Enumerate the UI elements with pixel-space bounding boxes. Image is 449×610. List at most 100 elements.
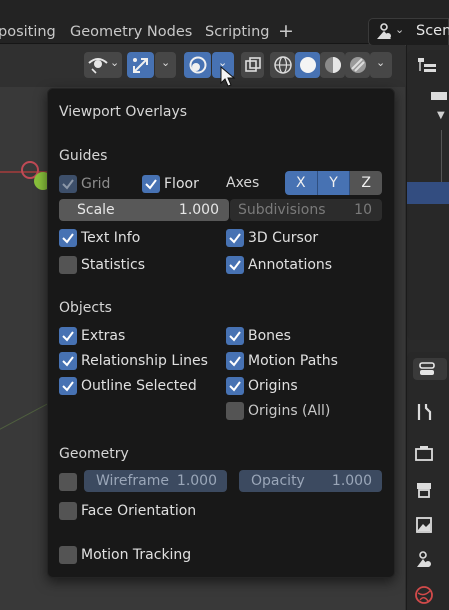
xray-icon [245,57,261,72]
extras-checkbox[interactable] [59,327,77,345]
axis-y-button[interactable]: Y [317,171,351,195]
statistics-label: Statistics [81,257,145,273]
checkmark-icon [229,331,241,342]
chevron-down-icon: ⌄ [376,56,386,69]
origins-all-toggle[interactable]: Origins (All) [226,401,330,421]
bones-checkbox[interactable] [226,327,244,345]
motion-tracking-checkbox[interactable] [59,546,77,564]
navigation-gizmo-icon[interactable] [18,158,50,194]
solid-shading-button[interactable] [295,52,320,78]
wireframe-toggle[interactable] [59,472,77,492]
motion-paths-toggle[interactable]: Motion Paths [226,351,338,371]
axis-z-button[interactable]: Z [350,171,382,195]
annotations-checkbox[interactable] [226,256,244,274]
grid-toggle[interactable]: Grid [59,174,110,194]
scene-properties-icon[interactable] [414,550,434,570]
scene-icon [375,22,393,46]
opacity-label: Opacity [251,473,305,489]
statistics-checkbox[interactable] [59,256,77,274]
rendered-shading-button[interactable] [345,52,370,78]
gizmo-toggle-button[interactable] [127,52,154,78]
origins-all-checkbox[interactable] [226,402,244,420]
properties-editor-type-button[interactable] [413,358,447,380]
outline-selected-toggle[interactable]: Outline Selected [59,376,197,396]
workspace-tab-bar: positing Geometry Nodes Scripting + ⌄ Sc… [0,0,449,46]
face-orientation-checkbox[interactable] [59,502,77,520]
render-properties-icon[interactable] [414,443,434,463]
origins-checkbox[interactable] [226,377,244,395]
xray-toggle-button[interactable] [241,52,264,78]
extras-label: Extras [81,328,126,344]
scene-selector[interactable]: ⌄ Scen [368,18,449,46]
geometry-heading: Geometry [59,446,129,462]
bones-toggle[interactable]: Bones [226,326,291,346]
wireframe-value: 1.000 [176,473,217,489]
text-info-toggle[interactable]: Text Info [59,228,140,248]
grid-label: Grid [81,176,111,192]
shading-dropdown[interactable]: ⌄ [370,52,392,78]
checkmark-icon [62,381,74,392]
world-properties-icon[interactable] [414,585,434,605]
tab-geometry-nodes[interactable]: Geometry Nodes [70,24,192,40]
output-properties-icon[interactable] [414,480,434,500]
extras-toggle[interactable]: Extras [59,326,125,346]
relationship-lines-label: Relationship Lines [81,353,208,369]
rendered-shading-icon [350,57,366,73]
visibility-eye-icon [88,58,108,74]
origins-all-label: Origins (All) [248,403,331,419]
wireframe-threshold-field[interactable]: Wireframe 1.000 [84,470,227,492]
visibility-button[interactable]: ⌄ [84,52,122,78]
subdivisions-label: Subdivisions [238,202,326,218]
checkmark-icon [62,356,74,367]
3d-cursor-toggle[interactable]: 3D Cursor [226,228,318,248]
statistics-toggle[interactable]: Statistics [59,255,145,275]
checkmark-icon [145,179,157,190]
motion-tracking-toggle[interactable]: Motion Tracking [59,545,191,565]
view-layer-properties-icon[interactable] [414,515,434,535]
wireframe-opacity-field[interactable]: Opacity 1.000 [239,470,382,492]
face-orientation-label: Face Orientation [81,503,197,519]
grid-checkbox[interactable] [59,175,77,193]
floor-label: Floor [164,176,199,192]
expand-triangle-icon[interactable]: ▼ [437,110,445,121]
relationship-lines-checkbox[interactable] [59,352,77,370]
grid-scale-field[interactable]: Scale 1.000 [59,199,229,221]
bones-label: Bones [248,328,291,344]
chevron-down-icon: ⌄ [161,56,171,69]
3d-cursor-label: 3D Cursor [248,230,319,246]
outline-selected-checkbox[interactable] [59,377,77,395]
tool-settings-icon[interactable] [414,402,434,422]
axis-x-button[interactable]: X [285,171,318,195]
floor-toggle[interactable]: Floor [142,174,199,194]
grid-subdivisions-field[interactable]: Subdivisions 10 [230,199,382,221]
origins-toggle[interactable]: Origins [226,376,298,396]
overlays-toggle-button[interactable] [184,52,211,78]
tab-compositing[interactable]: positing [0,24,56,40]
floor-checkbox[interactable] [142,175,160,193]
checkmark-icon [229,381,241,392]
outliner-filter-icon[interactable] [417,56,439,74]
overlays-icon [189,56,207,74]
add-workspace-button[interactable]: + [278,20,294,42]
gizmo-dropdown[interactable]: ⌄ [155,52,176,78]
material-shading-button[interactable] [320,52,345,78]
selected-outliner-row[interactable] [407,182,449,204]
motion-paths-checkbox[interactable] [226,352,244,370]
face-orientation-toggle[interactable]: Face Orientation [59,501,196,521]
checkmark-icon [229,260,241,271]
checkmark-icon [229,356,241,367]
chevron-down-icon: ⌄ [395,23,405,36]
tab-scripting[interactable]: Scripting [205,24,269,40]
material-shading-icon [325,57,341,73]
wireframe-label: Wireframe [96,473,170,489]
wireframe-shading-button[interactable] [270,52,295,78]
relationship-lines-toggle[interactable]: Relationship Lines [59,351,208,371]
checkmark-icon [62,331,74,342]
scene-name: Scen [416,23,449,39]
annotations-toggle[interactable]: Annotations [226,255,332,275]
3d-cursor-checkbox[interactable] [226,229,244,247]
collection-icon [431,92,447,100]
text-info-checkbox[interactable] [59,229,77,247]
wireframe-checkbox[interactable] [59,473,77,491]
axes-label: Axes [226,175,260,191]
